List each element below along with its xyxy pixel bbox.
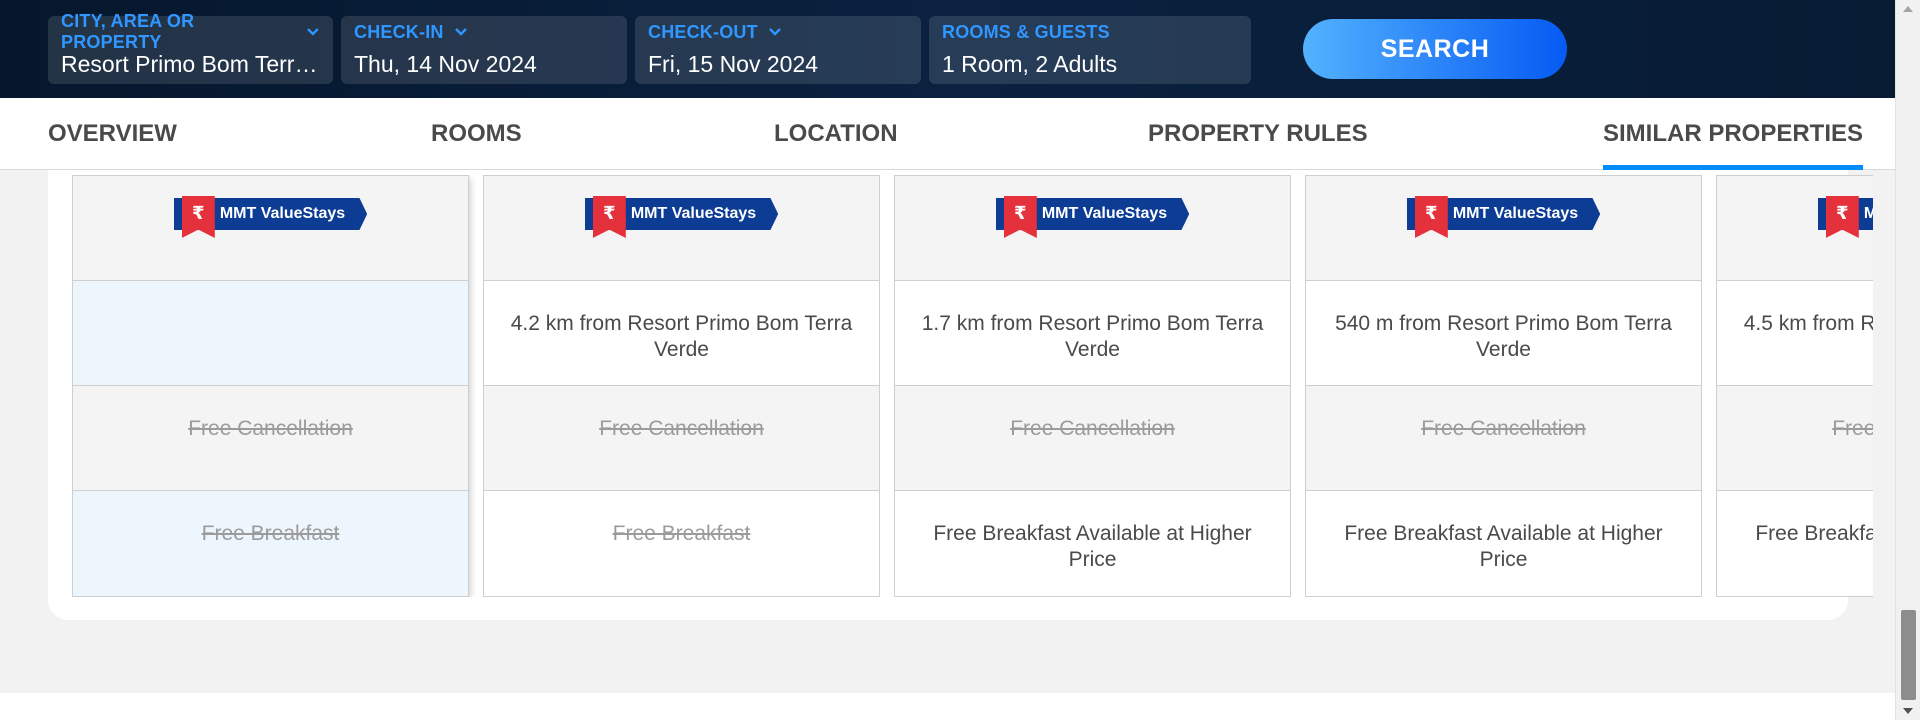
distance-row: 4.5 km from Resort Primo Bom Terra Verde — [1717, 281, 1873, 386]
rupee-ribbon-icon: ₹ — [181, 196, 215, 238]
distance-text: 1.7 km from Resort Primo Bom Terra Verde — [921, 312, 1264, 361]
property-card[interactable]: ₹ MMT ValueStays 1.7 km from Resort Prim… — [894, 175, 1291, 597]
checkout-field-value: Fri, 15 Nov 2024 — [648, 51, 819, 77]
page-footer-strip — [0, 693, 1895, 720]
cancellation-text: Free Cancellation — [1832, 417, 1873, 440]
city-field[interactable]: CITY, AREA OR PROPERTY Resort Primo Bom … — [48, 11, 333, 84]
chevron-down-icon — [307, 28, 319, 36]
city-field-label: CITY, AREA OR PROPERTY — [61, 11, 195, 52]
property-card[interactable]: ₹ MMT ValueStays Free Cancellation Free … — [72, 175, 469, 597]
rooms-guests-field-label: ROOMS & GUESTS — [942, 21, 1110, 42]
scroll-down-arrow-icon[interactable] — [1903, 708, 1913, 714]
property-card[interactable]: ₹ MMT ValueStays 4.5 km from Resort Prim… — [1716, 175, 1873, 597]
rupee-ribbon-icon: ₹ — [592, 196, 626, 238]
distance-text: 4.5 km from Resort Primo Bom Terra Verde — [1743, 312, 1873, 335]
badge-row: ₹ MMT ValueStays — [895, 176, 1290, 281]
search-button[interactable]: SEARCH — [1303, 19, 1567, 79]
rupee-ribbon-icon: ₹ — [1825, 196, 1859, 238]
cards-carousel[interactable]: ₹ MMT ValueStays Free Cancellation Free … — [72, 175, 1873, 597]
chevron-down-icon — [768, 28, 781, 36]
distance-row — [73, 281, 468, 386]
cancellation-text: Free Cancellation — [188, 417, 353, 440]
breakfast-row: Free Breakfast — [484, 491, 879, 596]
tab-similar-properties[interactable]: SIMILAR PROPERTIES — [1603, 98, 1864, 170]
property-card[interactable]: ₹ MMT ValueStays 540 m from Resort Primo… — [1305, 175, 1702, 597]
rupee-ribbon-icon: ₹ — [1414, 196, 1448, 238]
distance-row: 1.7 km from Resort Primo Bom Terra Verde — [895, 281, 1290, 386]
checkout-field-label: CHECK-OUT — [648, 21, 758, 42]
vertical-scrollbar[interactable] — [1895, 0, 1920, 720]
badge-row: ₹ MMT ValueStays — [1306, 176, 1701, 281]
cancellation-text: Free Cancellation — [1421, 417, 1586, 440]
breakfast-row: Free Breakfast — [73, 491, 468, 596]
distance-row: 4.2 km from Resort Primo Bom Terra Verde — [484, 281, 879, 386]
rooms-guests-field[interactable]: ROOMS & GUESTS 1 Room, 2 Adults — [929, 16, 1251, 84]
checkout-field[interactable]: CHECK-OUT Fri, 15 Nov 2024 — [635, 16, 921, 84]
scrollbar-thumb[interactable] — [1901, 610, 1916, 700]
tab-rooms[interactable]: ROOMS — [431, 98, 522, 170]
tab-overview[interactable]: OVERVIEW — [48, 98, 177, 170]
cancellation-row: Free Cancellation — [895, 386, 1290, 491]
breakfast-text: Free Breakfast Available at Higher Price — [1755, 522, 1873, 545]
cancellation-row: Free Cancellation — [484, 386, 879, 491]
cancellation-row: Free Cancellation — [1306, 386, 1701, 491]
distance-text: 4.2 km from Resort Primo Bom Terra Verde — [510, 312, 853, 361]
tab-property-rules[interactable]: PROPERTY RULES — [1148, 98, 1368, 170]
cancellation-row: Free Cancellation — [73, 386, 468, 491]
breakfast-text: Free Breakfast — [612, 522, 751, 545]
badge-row: ₹ MMT ValueStays — [484, 176, 879, 281]
city-field-value: Resort Primo Bom Terra Verde — [61, 51, 320, 77]
rupee-ribbon-icon: ₹ — [1003, 196, 1037, 238]
tab-location[interactable]: LOCATION — [774, 98, 898, 170]
search-bar: CITY, AREA OR PROPERTY Resort Primo Bom … — [0, 0, 1895, 98]
breakfast-text: Free Breakfast Available at Higher Price — [933, 522, 1252, 571]
rooms-guests-field-value: 1 Room, 2 Adults — [942, 51, 1118, 77]
badge-row: ₹ MMT ValueStays — [73, 176, 468, 281]
similar-properties-panel: ₹ MMT ValueStays Free Cancellation Free … — [48, 170, 1873, 620]
breakfast-row: Free Breakfast Available at Higher Price — [895, 491, 1290, 596]
badge-row: ₹ MMT ValueStays — [1717, 176, 1873, 281]
distance-row: 540 m from Resort Primo Bom Terra Verde — [1306, 281, 1701, 386]
checkin-field[interactable]: CHECK-IN Thu, 14 Nov 2024 — [341, 16, 627, 84]
breakfast-text: Free Breakfast Available at Higher Price — [1344, 522, 1663, 571]
scroll-up-arrow-icon[interactable] — [1903, 6, 1913, 12]
cancellation-row: Free Cancellation — [1717, 386, 1873, 491]
checkin-field-value: Thu, 14 Nov 2024 — [354, 51, 537, 77]
property-card[interactable]: ₹ MMT ValueStays 4.2 km from Resort Prim… — [483, 175, 880, 597]
chevron-down-icon — [454, 28, 467, 36]
breakfast-text: Free Breakfast — [201, 522, 340, 545]
checkin-field-label: CHECK-IN — [354, 21, 444, 42]
distance-text: 540 m from Resort Primo Bom Terra Verde — [1335, 312, 1672, 361]
cancellation-text: Free Cancellation — [1010, 417, 1175, 440]
breakfast-row: Free Breakfast Available at Higher Price — [1306, 491, 1701, 596]
breakfast-row: Free Breakfast Available at Higher Price — [1717, 491, 1873, 596]
cancellation-text: Free Cancellation — [599, 417, 764, 440]
section-tabs: OVERVIEW ROOMS LOCATION PROPERTY RULES S… — [0, 98, 1895, 170]
